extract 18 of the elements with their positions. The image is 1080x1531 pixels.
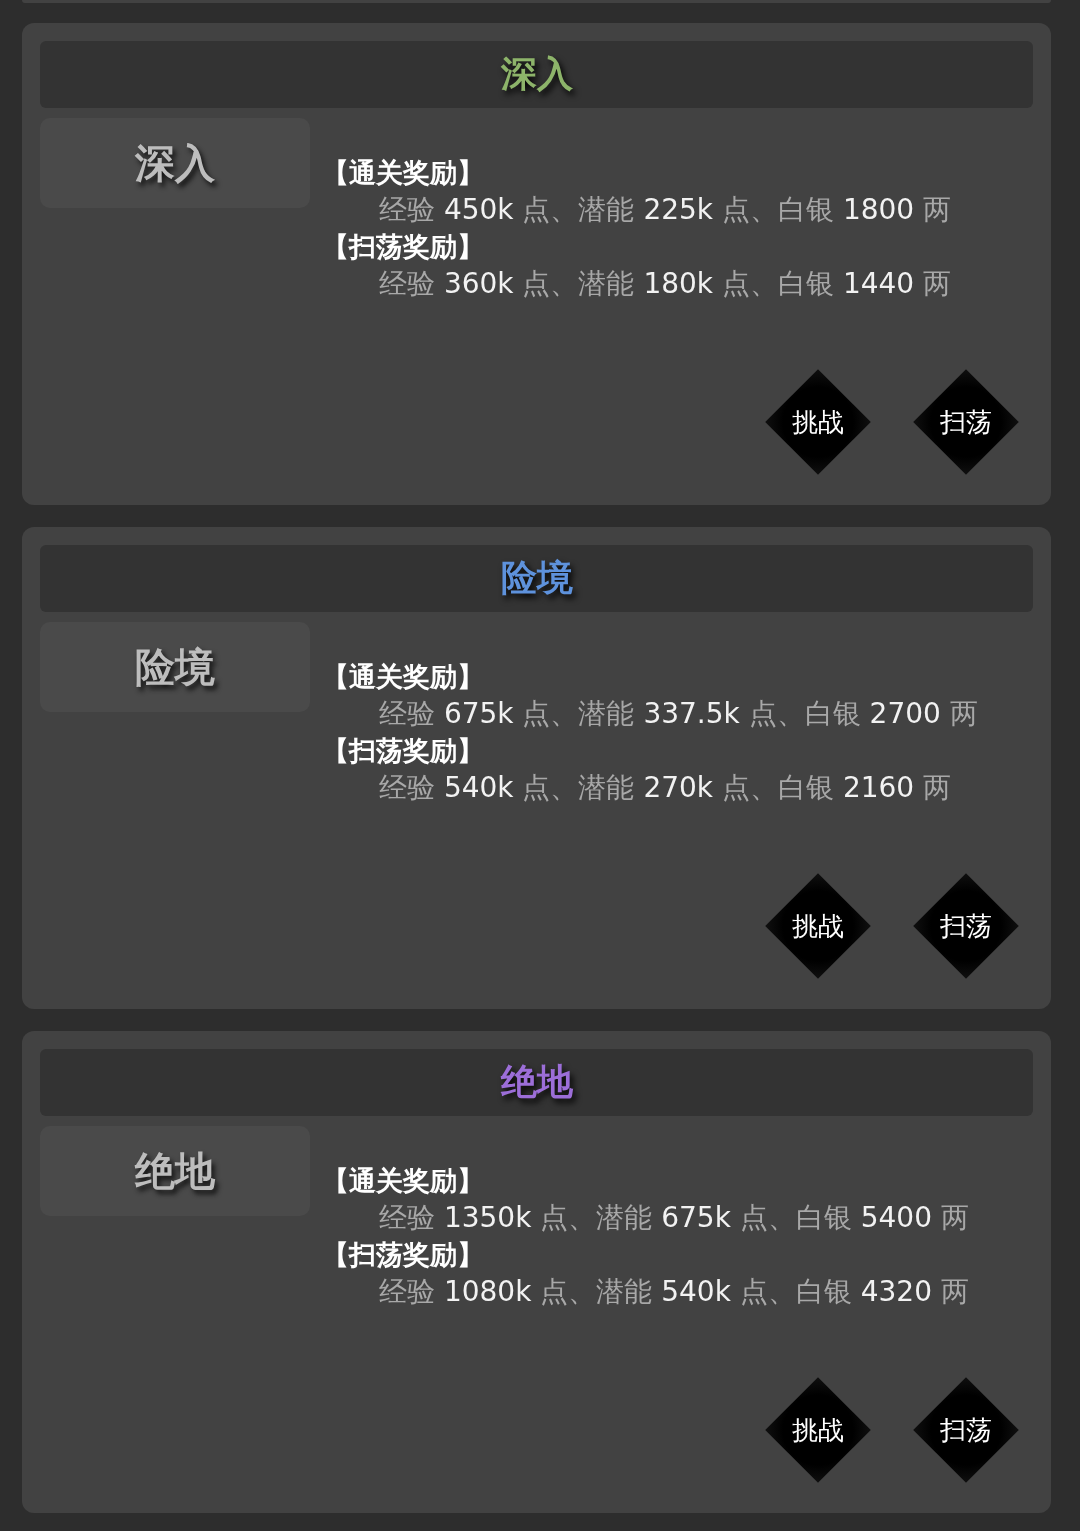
reward-heading: 【扫荡奖励】 — [322, 734, 485, 768]
level-tab[interactable]: 深入 — [40, 118, 310, 208]
reward-text: 经验 540k 点、潜能 270k 点、白银 2160 两 — [378, 770, 953, 806]
reward-heading: 【扫荡奖励】 — [322, 1238, 485, 1272]
level-tab[interactable]: 险境 — [40, 622, 310, 712]
reward-text: 经验 360k 点、潜能 180k 点、白银 1440 两 — [378, 266, 952, 302]
reward-text: 经验 675k 点、潜能 337.5k 点、白银 2700 两 — [378, 696, 978, 732]
level-tab[interactable]: 绝地 — [40, 1126, 310, 1216]
level-title: 险境 — [500, 555, 573, 600]
reward-heading: 【通关奖励】 — [322, 156, 485, 190]
reward-text: 经验 1350k 点、潜能 675k 点、白银 5400 两 — [378, 1200, 969, 1236]
level-title: 深入 — [500, 51, 573, 96]
reward-heading: 【扫荡奖励】 — [322, 230, 485, 264]
reward-text: 经验 450k 点、潜能 225k 点、白银 1800 两 — [378, 192, 952, 228]
reward-heading: 【通关奖励】 — [322, 1164, 485, 1198]
reward-text: 经验 1080k 点、潜能 540k 点、白银 4320 两 — [378, 1274, 969, 1310]
reward-heading: 【通关奖励】 — [322, 660, 485, 694]
level-title: 绝地 — [500, 1059, 573, 1104]
